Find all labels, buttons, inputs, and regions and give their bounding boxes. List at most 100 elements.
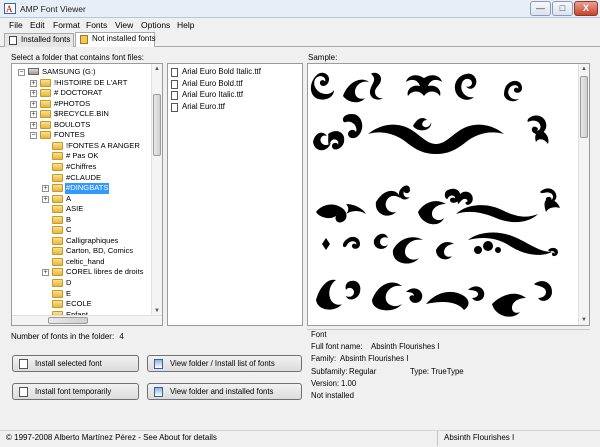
tree-item[interactable]: + #DINGBATS [12, 183, 152, 194]
menu-edit[interactable]: Edit [30, 20, 45, 30]
folder-icon [52, 173, 63, 182]
folder-tree[interactable]: − SAMSUNG (G:) + !HISTOIRE DE L'ART + # DOCTO… [11, 63, 163, 326]
type-label: Type: [410, 367, 430, 376]
scroll-thumb[interactable] [580, 76, 588, 138]
font-file-icon [171, 68, 178, 77]
tree-item[interactable]: #CLAUDE [12, 173, 152, 184]
tree-item-label: #DINGBATS [65, 183, 110, 194]
tree-horizontal-scrollbar[interactable] [12, 315, 162, 325]
tree-item[interactable]: # Pas OK [12, 151, 152, 162]
install-selected-font-button[interactable]: Install selected font [12, 355, 139, 372]
menu-view[interactable]: View [115, 20, 133, 30]
menu-format[interactable]: Format [53, 20, 80, 30]
tree-item[interactable]: + # DOCTORAT [12, 88, 152, 99]
collapse-icon[interactable]: − [18, 69, 25, 76]
folder-icon [52, 257, 63, 266]
expand-icon[interactable]: + [30, 79, 37, 87]
tree-vertical-scrollbar[interactable]: ▲ ▼ [151, 64, 162, 316]
tree-item[interactable]: celtic_hand [12, 257, 152, 268]
font-file-icon [171, 91, 178, 100]
menu-help[interactable]: Help [177, 20, 194, 30]
tree-item[interactable]: − FONTES [12, 130, 152, 141]
type-value: TrueType [431, 367, 464, 376]
close-button[interactable]: X [574, 1, 598, 16]
tree-item[interactable]: + !HISTOIRE DE L'ART [12, 78, 152, 89]
folder-icon [52, 152, 63, 161]
button-label: Install font temporarily [35, 387, 112, 396]
folder-icon [52, 141, 63, 150]
tree-item[interactable]: E [12, 289, 152, 300]
status-separator [437, 431, 438, 446]
tree-item[interactable]: B [12, 215, 152, 226]
font-file-icon [19, 359, 28, 369]
tab-installed-fonts[interactable]: Installed fonts [4, 33, 74, 47]
sample-preview[interactable]: ▲ ▼ [307, 63, 590, 326]
folder-icon [52, 162, 63, 171]
tree-item[interactable]: + BOULOTS [12, 120, 152, 131]
tree-item[interactable]: ECOLE [12, 299, 152, 310]
folder-icon [40, 89, 51, 98]
tree-item[interactable]: + #PHOTOS [12, 99, 152, 110]
tree-item[interactable]: ASIE [12, 204, 152, 215]
folder-pane-label: Select a folder that contains font files… [11, 53, 144, 62]
maximize-button[interactable]: □ [552, 1, 573, 16]
tree-item[interactable]: #Chiffres [12, 162, 152, 173]
collapse-icon[interactable]: − [30, 132, 37, 140]
menu-options[interactable]: Options [141, 20, 170, 30]
expand-icon[interactable]: + [42, 185, 49, 193]
font-file-icon [171, 102, 178, 112]
window-title: AMP Font Viewer [20, 4, 86, 14]
status-current-font: Absinth Flourishes I [444, 433, 515, 442]
tree-item[interactable]: Carton, BD, Comics [12, 246, 152, 257]
expand-icon[interactable]: + [30, 100, 37, 108]
button-label: View folder / Install list of fonts [170, 359, 275, 368]
drive-icon [28, 68, 39, 75]
folder-icon [52, 236, 63, 245]
tree-item-label: FONTES [54, 130, 85, 140]
expand-icon[interactable]: + [30, 121, 37, 129]
tree-item[interactable]: Calligraphiques [12, 236, 152, 247]
expand-icon[interactable]: + [30, 111, 37, 119]
scroll-thumb[interactable] [48, 317, 88, 324]
font-count-value: 4 [119, 332, 124, 341]
minimize-button[interactable]: — [530, 1, 551, 16]
tree-item-label: Calligraphiques [66, 235, 119, 245]
folder-icon [52, 289, 63, 298]
menu-file[interactable]: File [9, 20, 23, 30]
tree-item-label: $RECYCLE.BIN [54, 109, 109, 119]
tree-item-label: Carton, BD, Comics [66, 246, 134, 256]
expand-icon[interactable]: + [42, 269, 49, 277]
tree-item[interactable]: !FONTES A RANGER [12, 141, 152, 152]
scroll-thumb[interactable] [153, 94, 161, 156]
install-font-temporarily-button[interactable]: Install font temporarily [12, 383, 139, 400]
scroll-up-arrow-icon[interactable]: ▲ [152, 64, 162, 74]
tab-not-installed-fonts[interactable]: Not installed fonts [75, 32, 156, 47]
full-font-name-label: Full font name: [311, 342, 363, 351]
tab-label: Installed fonts [21, 35, 71, 44]
font-file-list[interactable]: Arial Euro Bold Italic.ttf Arial Euro Bol… [167, 63, 303, 326]
subfamily-label: Subfamily: [311, 367, 348, 376]
tree-item[interactable]: + COREL libres de droits [12, 267, 152, 278]
view-folder-installed-fonts-button[interactable]: View folder and installed fonts [147, 383, 302, 400]
tree-item-label: COREL libres de droits [66, 267, 144, 277]
expand-icon[interactable]: + [30, 90, 37, 98]
tree-item[interactable]: + A [12, 194, 152, 205]
tree-item-label: SAMSUNG (G:) [42, 67, 96, 76]
view-folder-install-list-button[interactable]: View folder / Install list of fonts [147, 355, 302, 372]
title-bar[interactable]: A AMP Font Viewer — □ X [0, 0, 600, 18]
tree-item[interactable]: D [12, 278, 152, 289]
expand-icon[interactable]: + [42, 195, 49, 203]
font-file-icon [171, 79, 178, 89]
tree-item[interactable]: C [12, 225, 152, 236]
tree-item-label: BOULOTS [54, 119, 91, 129]
sample-vertical-scrollbar[interactable]: ▲ ▼ [578, 64, 589, 325]
font-file-name: Arial Euro.ttf [182, 101, 225, 111]
subfamily-value: Regular [349, 367, 377, 376]
menu-fonts[interactable]: Fonts [86, 20, 107, 30]
family-label: Family: [311, 354, 337, 363]
font-count-label: Number of fonts in the folder: [11, 332, 115, 341]
tree-item[interactable]: + $RECYCLE.BIN [12, 109, 152, 120]
scroll-down-arrow-icon[interactable]: ▼ [579, 315, 589, 325]
tree-item[interactable]: − SAMSUNG (G:) [12, 67, 152, 78]
scroll-up-arrow-icon[interactable]: ▲ [579, 64, 589, 74]
